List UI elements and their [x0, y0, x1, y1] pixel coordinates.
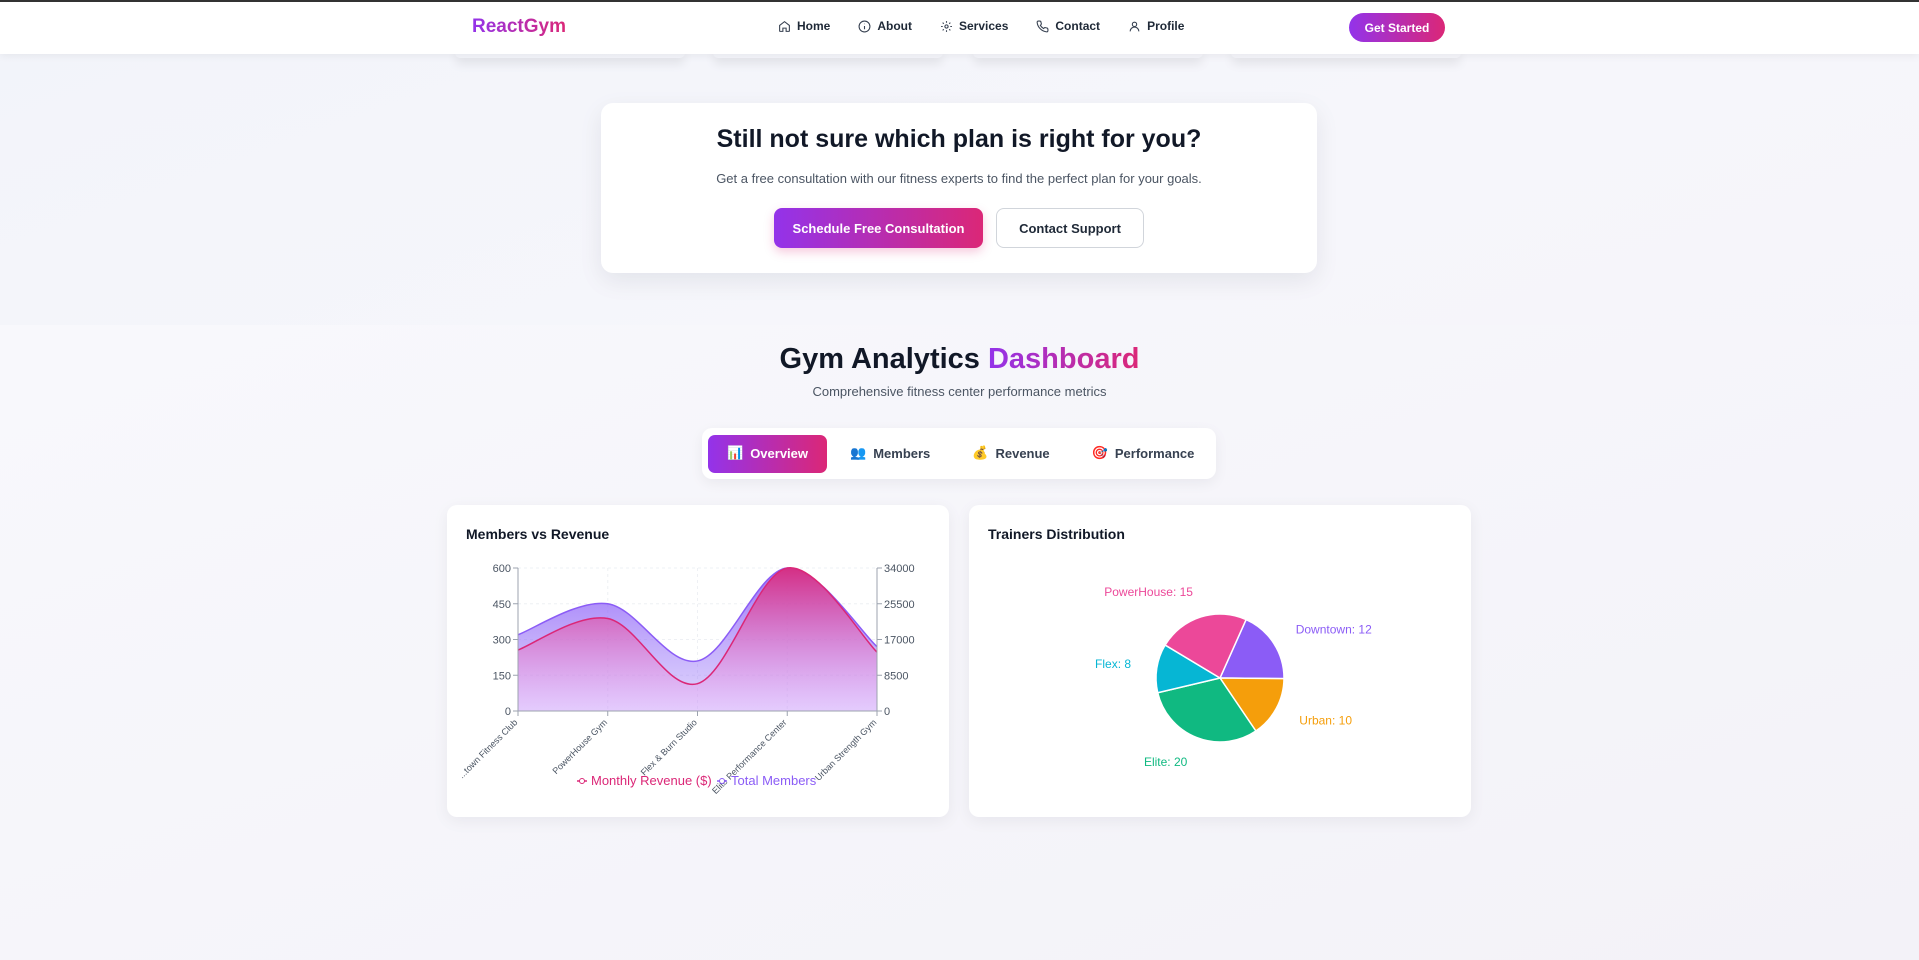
contact-support-button[interactable]: Contact Support [996, 208, 1144, 248]
x-tick-label: Flex & Burn Studio [639, 717, 699, 777]
nav-about-label: About [877, 19, 912, 33]
y-right-tick-label: 25500 [884, 599, 915, 611]
legend-revenue-label: Monthly Revenue ($) [591, 773, 712, 788]
dashboard-title-main: Gym Analytics [779, 343, 980, 375]
nav-links: Home About Services Contact Profile [778, 19, 1184, 33]
tab-overview-label: Overview [750, 446, 809, 461]
tab-performance-label: Performance [1114, 446, 1195, 461]
consultation-title: Still not sure which plan is right for y… [716, 125, 1202, 153]
y-left-tick-label: 450 [493, 599, 511, 611]
y-right-tick-label: 8500 [884, 670, 908, 682]
y-right-tick-label: 34000 [884, 563, 915, 575]
users-icon: 👥 [850, 446, 867, 461]
nav-home-label: Home [797, 19, 831, 33]
schedule-consultation-button[interactable]: Schedule Free Consultation [774, 208, 983, 248]
members-revenue-chart: 0 150 300 450 600 0 8500 17000 25500 34000 ...town… [456, 563, 915, 796]
y-left-tick-label: 300 [493, 635, 511, 647]
x-tick-label: Urban Strength Gym [813, 717, 878, 782]
nav-services[interactable]: Services [940, 19, 1008, 33]
pie-label-elite: Elite: 20 [1144, 755, 1188, 769]
legend-revenue-marker [579, 778, 585, 784]
x-tick-label: PowerHouse Gym [550, 717, 609, 776]
tab-overview[interactable]: 📊 Overview [708, 434, 828, 473]
nav-about[interactable]: About [858, 19, 912, 33]
home-icon [779, 20, 790, 32]
pie-label-urban: Urban: 10 [1299, 714, 1352, 728]
dashboard-subtitle: Comprehensive fitness center performance… [812, 384, 1107, 399]
legend-members-marker [719, 778, 725, 784]
trainers-panel: Trainers Distribution Downtown: 12 Urban:… [969, 505, 1471, 817]
legend-members-label: Total Members [731, 773, 817, 788]
dashboard-title: Gym Analytics Dashboard [0, 343, 1919, 376]
gear-icon [941, 20, 952, 32]
nav-contact[interactable]: Contact [1036, 19, 1100, 33]
pie-label-powerhouse: PowerHouse: 15 [1104, 585, 1193, 599]
tab-performance[interactable]: 🎯 Performance [1073, 435, 1214, 473]
nav-services-label: Services [959, 19, 1009, 33]
navbar: ReactGym Home About Services Contact Pro… [0, 2, 1919, 54]
target-icon: 🎯 [1091, 446, 1108, 461]
nav-home[interactable]: Home [778, 19, 830, 33]
y-left-tick-label: 0 [505, 706, 511, 718]
brand-logo[interactable]: ReactGym [472, 16, 566, 38]
y-right-tick-label: 0 [884, 706, 890, 718]
chart-icon: 📊 [727, 446, 744, 461]
money-bag-icon: 💰 [972, 446, 989, 461]
dashboard-section [0, 325, 1919, 960]
tab-members-label: Members [873, 446, 931, 461]
pie-label-flex: Flex: 8 [1095, 657, 1131, 671]
phone-icon [1036, 20, 1049, 32]
x-tick-label: ...town Fitness Club [456, 717, 519, 780]
tab-revenue[interactable]: 💰 Revenue [953, 435, 1068, 473]
y-left-tick-label: 150 [493, 670, 511, 682]
pie-label-downtown: Downtown: 12 [1296, 622, 1372, 636]
y-right-tick-label: 17000 [884, 635, 915, 647]
members-revenue-panel: Members vs Revenue 0 150 300 450 600 0 8500 170… [447, 505, 949, 817]
nav-profile[interactable]: Profile [1128, 19, 1184, 33]
area-monthly-revenue [518, 567, 877, 711]
nav-contact-label: Contact [1055, 19, 1101, 33]
nav-profile-label: Profile [1147, 19, 1185, 33]
y-left-tick-label: 600 [493, 563, 511, 575]
info-icon [858, 20, 871, 32]
consultation-card: Still not sure which plan is right for y… [601, 103, 1317, 273]
tab-revenue-label: Revenue [995, 446, 1050, 461]
consultation-subtitle: Get a free consultation with our fitness… [716, 171, 1202, 186]
user-icon [1129, 21, 1140, 31]
get-started-button[interactable]: Get Started [1349, 13, 1445, 42]
trainers-pie-chart: Downtown: 12 Urban: 10 Elite: 20 Flex: 8 Pow… [1095, 585, 1372, 769]
tab-members[interactable]: 👥 Members [831, 435, 949, 473]
dashboard-title-accent: Dashboard [987, 343, 1140, 375]
dashboard-tabs: 📊 Overview 👥 Members 💰 Revenue 🎯 Perform… [702, 428, 1216, 479]
